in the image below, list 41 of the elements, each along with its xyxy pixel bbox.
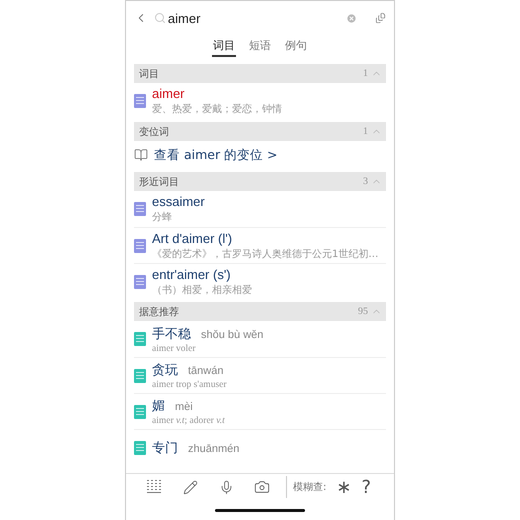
wildcard-key[interactable]: ∗: [336, 476, 352, 498]
wildcard-key[interactable]: ?: [361, 476, 372, 498]
section-title: 变位词: [139, 126, 169, 138]
section-header[interactable]: 变位词 1: [134, 122, 386, 141]
headword[interactable]: 专门: [152, 438, 178, 456]
section-header[interactable]: 据意推荐 95: [134, 302, 386, 321]
section-header[interactable]: 词目 1: [134, 64, 386, 83]
section-title: 据意推荐: [139, 306, 179, 318]
headword[interactable]: 媚: [152, 397, 165, 415]
headword[interactable]: aimer: [152, 86, 185, 101]
definition: （书）相爱，相亲相爱: [152, 284, 252, 296]
conjugation-link[interactable]: 查看 aimer 的变位 >: [154, 146, 278, 164]
book-icon: [134, 148, 148, 162]
result-count: 1: [363, 68, 368, 79]
search-input[interactable]: aimer: [168, 10, 344, 26]
pinyin: shǒu bù wěn: [201, 328, 264, 340]
definition: aimer voler: [152, 344, 197, 354]
tab[interactable]: 词目: [212, 35, 236, 57]
headword[interactable]: 贪玩: [152, 361, 178, 379]
headword[interactable]: essaimer: [152, 194, 205, 209]
pinyin: tānwán: [188, 365, 224, 377]
section-title: 形近词目: [139, 176, 179, 188]
fuzzy-search-label: 模糊查:: [293, 480, 326, 494]
result-count: 3: [363, 176, 368, 187]
tab[interactable]: 短语: [248, 35, 272, 57]
headword[interactable]: Art d'aimer (l'): [152, 230, 232, 246]
definition: aimer v.t; adorer v.t: [152, 416, 225, 426]
definition: 爱、热爱，爱戴；爱恋，钟情: [152, 102, 282, 116]
definition: 分蜂: [152, 210, 173, 224]
section-header[interactable]: 形近词目 3: [134, 172, 386, 191]
headword[interactable]: 手不稳: [152, 324, 191, 342]
tab[interactable]: 例句: [284, 35, 308, 57]
search-icon: [154, 12, 166, 24]
headword[interactable]: entr'aimer (s'): [152, 266, 231, 282]
pinyin: zhuānmén: [188, 442, 240, 454]
pinyin: mèi: [175, 401, 193, 413]
section-title: 词目: [139, 68, 159, 80]
definition: aimer trop s'amuser: [152, 380, 227, 390]
result-count: 1: [363, 126, 368, 137]
result-count: 95: [358, 306, 368, 317]
definition: 《爱的艺术》，古罗马诗人奥维德于公元1世纪初…: [152, 248, 378, 260]
